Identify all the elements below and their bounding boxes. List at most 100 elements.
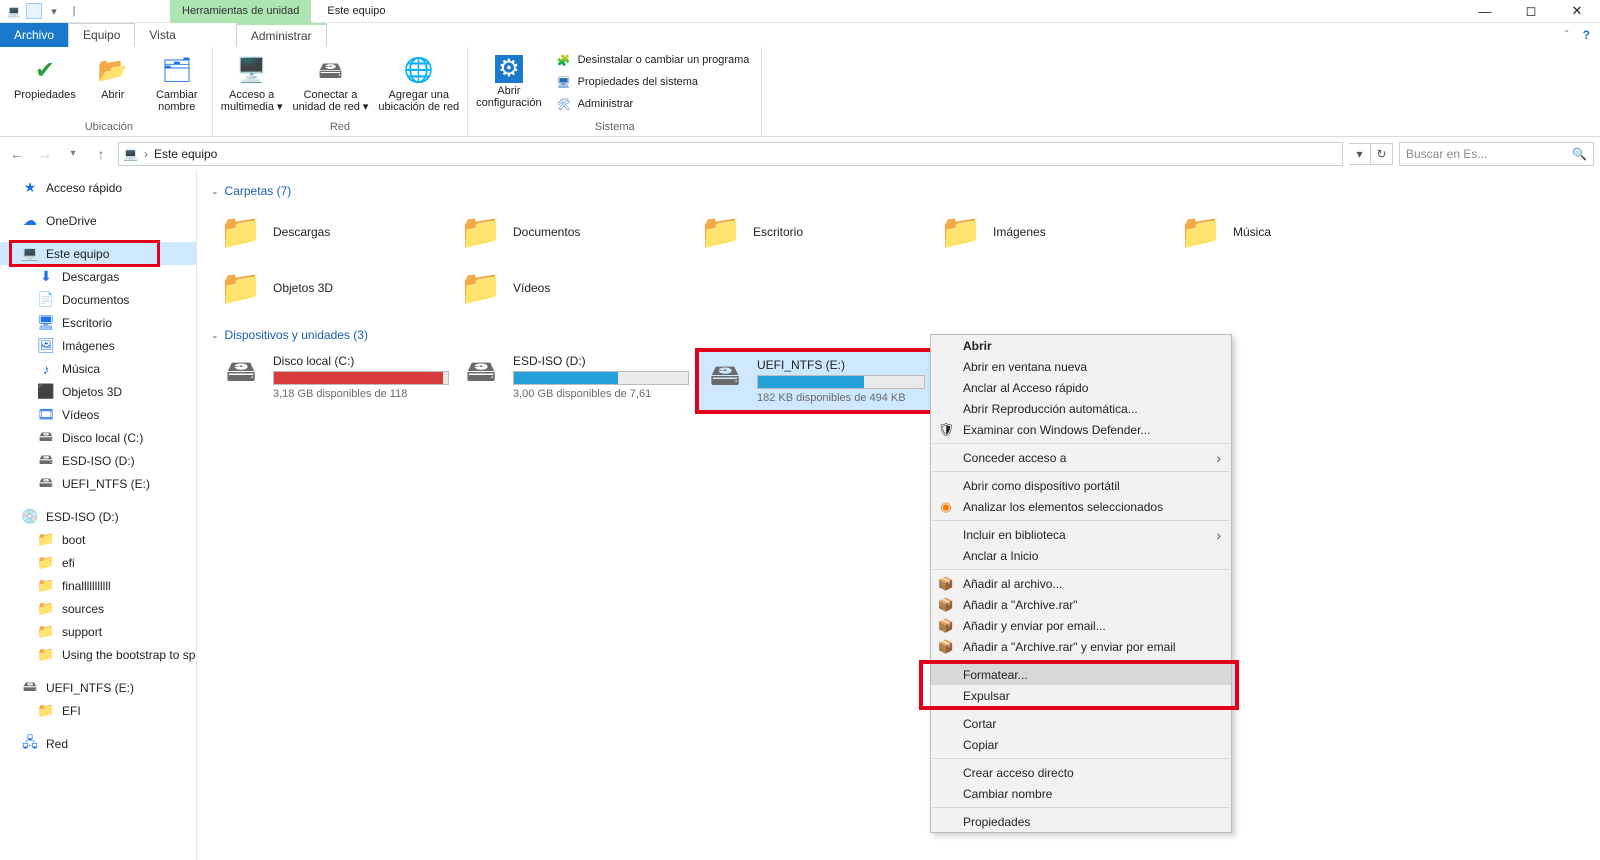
tab-file[interactable]: Archivo [0,23,68,47]
agregar-ubicacion-button[interactable]: 🌐 Agregar una ubicación de red [378,51,459,113]
drive-usage-bar [757,375,925,389]
menu-item-anadir-archivo[interactable]: 📦 Añadir al archivo... [931,573,1231,594]
minimize-button[interactable]: — [1462,0,1508,23]
sidebar-item-escritorio[interactable]: 🖥Escritorio [0,311,196,334]
help-icon[interactable]: ? [1583,28,1590,42]
drive-e[interactable]: 🖴 UEFI_NTFS (E:) 182 KB disponibles de 4… [695,348,935,414]
menu-item-cambiar-nombre[interactable]: Cambiar nombre [931,783,1231,804]
network-drive-icon: 🖴 [314,55,346,87]
up-button[interactable]: ↑ [90,143,112,165]
hdd-icon: 🖴 [221,354,261,394]
menu-item-anclar-inicio[interactable]: Anclar a Inicio [931,545,1231,566]
menu-item-label: Añadir al archivo... [963,577,1062,591]
acceso-multimedia-label: Acceso a multimedia ▾ [221,89,283,113]
abrir-button[interactable]: 📂 Abrir [86,51,140,101]
sidebar-item-final[interactable]: 📁finalllllllllll [0,574,196,597]
sidebar-item-esd-iso-root[interactable]: 💿ESD-ISO (D:) [0,505,196,528]
address-bar[interactable]: 💻 › Este equipo [118,142,1343,166]
menu-item-analizar[interactable]: ◉Analizar los elementos seleccionados [931,496,1231,517]
administrar-button[interactable]: 🛠Administrar [552,95,754,113]
propiedades-button[interactable]: ✔ Propiedades [14,51,76,101]
folder-videos[interactable]: 📁Vídeos [455,260,695,316]
sidebar-item-este-equipo[interactable]: 💻Este equipo [0,242,196,265]
winrar-icon: 📦 [937,575,955,593]
qat-item[interactable] [26,3,42,19]
forward-button[interactable]: → [34,143,56,165]
sidebar-item-acceso-rapido[interactable]: ★Acceso rápido [0,176,196,199]
sidebar-item-documentos[interactable]: 📄Documentos [0,288,196,311]
folder-musica[interactable]: 📁Música [1175,204,1415,260]
menu-item-crear-acceso[interactable]: Crear acceso directo [931,762,1231,783]
menu-item-anclar-acceso[interactable]: Anclar al Acceso rápido [931,377,1231,398]
drive-c[interactable]: 🖴 Disco local (C:) 3,18 GB disponibles d… [215,348,455,414]
menu-item-expulsar[interactable]: Expulsar [931,685,1231,706]
sidebar-item-efi[interactable]: 📁efi [0,551,196,574]
menu-item-reproduccion[interactable]: Abrir Reproducción automática... [931,398,1231,419]
menu-item-defender[interactable]: 🛡Examinar con Windows Defender... [931,419,1231,440]
drive-d[interactable]: 🖴 ESD-ISO (D:) 3,00 GB disponibles de 7,… [455,348,695,414]
drive-icon: 🖴 [22,680,38,696]
tab-equipo[interactable]: Equipo [68,23,135,47]
search-input[interactable]: Buscar en Es... 🔍 [1399,142,1594,166]
section-carpetas[interactable]: ⌄ Carpetas (7) [205,180,1592,202]
menu-item-label: Añadir y enviar por email... [963,619,1106,633]
maximize-button[interactable]: ◻ [1508,0,1554,23]
tab-administrar[interactable]: Administrar [236,23,327,47]
folder-objetos3d[interactable]: 📁Objetos 3D [215,260,455,316]
recent-dropdown-icon[interactable]: ▾ [62,143,84,165]
sidebar-item-imagenes[interactable]: 🖼Imágenes [0,334,196,357]
section-dispositivos[interactable]: ⌄ Dispositivos y unidades (3) [205,324,1592,346]
sidebar-item-boot[interactable]: 📁boot [0,528,196,551]
menu-item-abrir[interactable]: Abrir [931,335,1231,356]
sidebar-item-red[interactable]: 🖧Red [0,732,196,755]
sidebar-item-uefi[interactable]: 🖴UEFI_NTFS (E:) [0,472,196,495]
propiedades-sistema-label: Propiedades del sistema [578,76,698,88]
menu-item-anadir-email[interactable]: 📦Añadir y enviar por email... [931,615,1231,636]
menu-item-ventana-nueva[interactable]: Abrir en ventana nueva [931,356,1231,377]
menu-item-conceder[interactable]: Conceder acceso a [931,447,1231,468]
sidebar-item-efi2[interactable]: 📁EFI [0,699,196,722]
menu-item-anadir-archive-email[interactable]: 📦Añadir a "Archive.rar" y enviar por ema… [931,636,1231,657]
media-icon: 🖥️ [236,55,268,87]
breadcrumb[interactable]: Este equipo [154,147,217,161]
menu-item-biblioteca[interactable]: Incluir en biblioteca [931,524,1231,545]
cambiar-nombre-button[interactable]: 🗂 Cambiar nombre [150,51,204,113]
ribbon-collapse-icon[interactable]: ˆ [1565,28,1569,42]
back-button[interactable]: ← [6,143,28,165]
qat-dropdown-icon[interactable]: ▾ [46,3,62,19]
desinstalar-button[interactable]: 🧩Desinstalar o cambiar un programa [552,51,754,69]
menu-item-propiedades[interactable]: Propiedades [931,811,1231,832]
sidebar-item-musica[interactable]: ♪Música [0,357,196,380]
contextual-tab[interactable]: Herramientas de unidad [170,0,311,23]
close-button[interactable]: ✕ [1554,0,1600,23]
conectar-unidad-button[interactable]: 🖴 Conectar a unidad de red ▾ [293,51,369,113]
folder-documentos[interactable]: 📁Documentos [455,204,695,260]
group-name-ubicacion: Ubicación [85,119,133,134]
menu-item-label: Analizar los elementos seleccionados [963,500,1163,514]
menu-item-formatear[interactable]: Formatear... [931,664,1231,685]
sidebar-item-objetos3d[interactable]: ⬛Objetos 3D [0,380,196,403]
winrar-icon: 📦 [937,596,955,614]
folder-imagenes[interactable]: 📁Imágenes [935,204,1175,260]
sidebar-item-disco-c[interactable]: 🖴Disco local (C:) [0,426,196,449]
acceso-multimedia-button[interactable]: 🖥️ Acceso a multimedia ▾ [221,51,283,113]
address-dropdown-icon[interactable]: ▾ [1349,143,1371,165]
menu-item-cortar[interactable]: Cortar [931,713,1231,734]
sidebar-item-support[interactable]: 📁support [0,620,196,643]
menu-item-copiar[interactable]: Copiar [931,734,1231,755]
menu-item-portatil[interactable]: Abrir como dispositivo portátil [931,475,1231,496]
refresh-button[interactable]: ↻ [1371,143,1393,165]
folder-descargas[interactable]: 📁Descargas [215,204,455,260]
sidebar-item-uefi-root[interactable]: 🖴UEFI_NTFS (E:) [0,676,196,699]
menu-item-anadir-archive[interactable]: 📦Añadir a "Archive.rar" [931,594,1231,615]
tab-vista[interactable]: Vista [135,23,189,47]
sidebar-item-sources[interactable]: 📁sources [0,597,196,620]
sidebar-item-descargas[interactable]: ⬇Descargas [0,265,196,288]
sidebar-item-bootstrap[interactable]: 📁Using the bootstrap to speed [0,643,196,666]
folder-escritorio[interactable]: 📁Escritorio [695,204,935,260]
sidebar-item-onedrive[interactable]: ☁OneDrive [0,209,196,232]
sidebar-item-videos[interactable]: 🎞Vídeos [0,403,196,426]
propiedades-sistema-button[interactable]: 🖥Propiedades del sistema [552,73,754,91]
sidebar-item-esd-iso[interactable]: 🖴ESD-ISO (D:) [0,449,196,472]
abrir-configuracion-button[interactable]: ⚙ Abrir configuración [476,51,541,109]
